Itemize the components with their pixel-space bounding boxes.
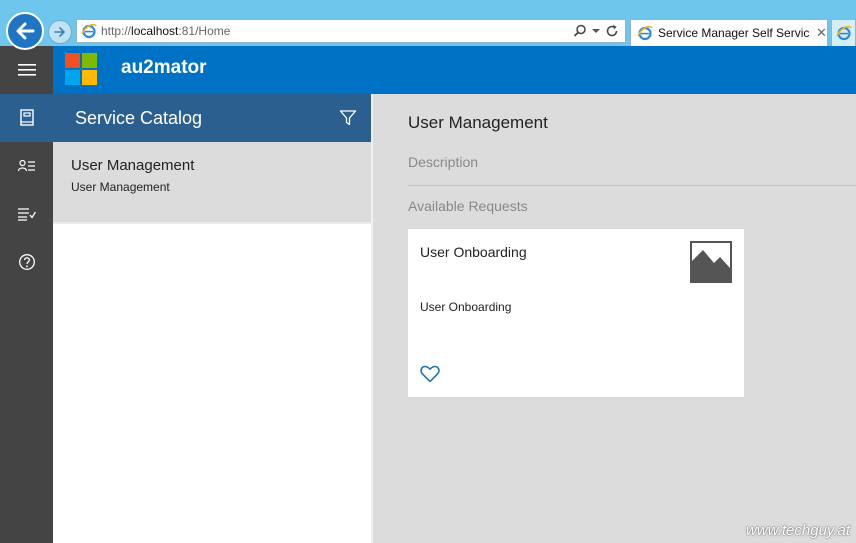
- app-logo: [65, 53, 97, 85]
- forward-arrow-icon: [54, 27, 65, 37]
- help-icon: [18, 254, 35, 270]
- left-rail: [0, 94, 53, 543]
- catalog-item-user-management[interactable]: User Management User Management: [53, 142, 371, 224]
- dropdown-chevron-icon[interactable]: [592, 28, 600, 34]
- search-icon[interactable]: [573, 24, 587, 38]
- main-content: User Management Description Available Re…: [373, 94, 856, 543]
- logo-square-green: [82, 53, 97, 68]
- favorite-heart-icon[interactable]: [420, 365, 440, 383]
- request-card-title: User Onboarding: [420, 244, 527, 260]
- request-card-user-onboarding[interactable]: User Onboarding User Onboarding: [408, 229, 744, 397]
- hamburger-icon: [17, 64, 36, 76]
- request-card-description: User Onboarding: [420, 300, 512, 314]
- rail-item-catalog[interactable]: [0, 94, 53, 142]
- catalog-item-title: User Management: [71, 157, 195, 174]
- tab-close-icon[interactable]: ✕: [816, 25, 827, 41]
- divider: [408, 185, 856, 186]
- app-header: au2mator: [0, 46, 856, 94]
- back-button[interactable]: [6, 12, 44, 50]
- ie-new-tab-icon: [835, 25, 852, 41]
- address-bar[interactable]: http://localhost:81/Home: [76, 19, 626, 43]
- rail-item-activities[interactable]: [0, 190, 53, 238]
- user-list-icon: [17, 159, 35, 172]
- rail-item-my-requests[interactable]: [0, 142, 53, 190]
- refresh-icon[interactable]: [605, 24, 619, 38]
- service-catalog-pane: Service Catalog User Management User Man…: [53, 94, 371, 543]
- ie-tab-icon: [637, 25, 653, 41]
- watermark: www.techguy.at: [746, 522, 850, 539]
- page-title: User Management: [408, 113, 548, 132]
- tab-title: Service Manager Self Servic...: [658, 26, 810, 40]
- new-tab-button[interactable]: [831, 19, 856, 46]
- logo-square-blue: [65, 70, 80, 85]
- catalog-item-subtitle: User Management: [71, 180, 170, 194]
- available-requests-label: Available Requests: [408, 198, 528, 214]
- catalog-header: Service Catalog: [53, 94, 371, 142]
- rail-item-help[interactable]: [0, 238, 53, 286]
- menu-button[interactable]: [0, 46, 53, 94]
- description-label: Description: [408, 154, 479, 170]
- ie-page-icon: [81, 23, 97, 39]
- app-name: au2mator: [121, 57, 207, 78]
- logo-square-red: [65, 53, 80, 68]
- logo-square-yellow: [82, 70, 97, 85]
- forward-button[interactable]: [48, 20, 72, 44]
- back-arrow-icon: [16, 22, 35, 40]
- filter-icon[interactable]: [339, 109, 357, 127]
- browser-chrome: http://localhost:81/Home Service Manager…: [0, 0, 856, 50]
- browser-tab-active[interactable]: Service Manager Self Servic... ✕: [630, 19, 828, 46]
- catalog-book-icon: [19, 109, 34, 126]
- image-placeholder-icon: [690, 241, 732, 283]
- url-text: http://localhost:81/Home: [101, 24, 231, 38]
- catalog-title: Service Catalog: [75, 108, 203, 128]
- checklist-icon: [17, 208, 36, 221]
